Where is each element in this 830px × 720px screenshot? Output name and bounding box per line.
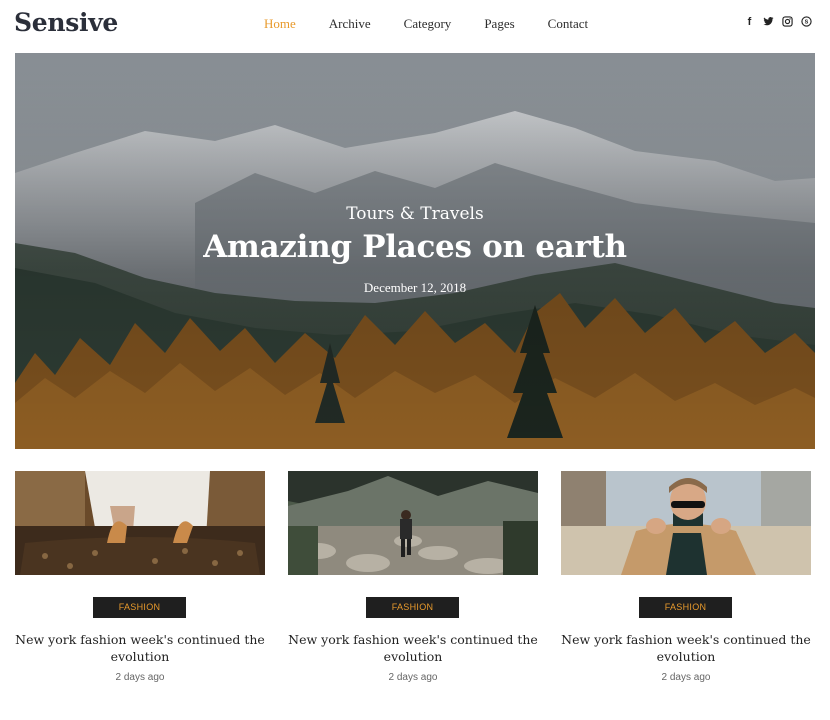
card-date: 2 days ago [388, 672, 438, 683]
nav-item-archive[interactable]: Archive [329, 16, 371, 32]
nav-item-home[interactable]: Home [264, 16, 296, 32]
card-image-hiker[interactable] [288, 471, 538, 575]
blog-card: FASHION New york fashion week's continue… [561, 471, 811, 683]
site-header: Sensive Home Archive Category Pages Cont… [0, 0, 830, 48]
twitter-icon[interactable] [763, 16, 774, 28]
nav-item-pages[interactable]: Pages [484, 16, 514, 32]
card-title[interactable]: New york fashion week's continued the ev… [278, 631, 548, 665]
card-title[interactable]: New york fashion week's continued the ev… [551, 631, 821, 665]
skype-icon[interactable]: S [801, 16, 812, 28]
site-logo[interactable]: Sensive [14, 8, 118, 37]
category-badge[interactable]: FASHION [366, 597, 459, 618]
category-badge[interactable]: FASHION [93, 597, 186, 618]
hero-date: December 12, 2018 [363, 280, 467, 295]
main-nav: Home Archive Category Pages Contact [264, 16, 621, 32]
facebook-icon[interactable]: f [744, 16, 755, 28]
nav-item-category[interactable]: Category [404, 16, 452, 32]
instagram-icon[interactable] [782, 16, 793, 28]
blog-card: FASHION New york fashion week's continue… [15, 471, 265, 683]
nav-item-contact[interactable]: Contact [548, 16, 588, 32]
hero-banner[interactable]: Tours & Travels Amazing Places on earth … [15, 53, 815, 449]
card-date: 2 days ago [115, 672, 165, 683]
hero-category[interactable]: Tours & Travels [15, 204, 815, 224]
card-title[interactable]: New york fashion week's continued the ev… [5, 631, 275, 665]
blog-card: FASHION New york fashion week's continue… [288, 471, 538, 683]
category-badge[interactable]: FASHION [639, 597, 732, 618]
card-date: 2 days ago [661, 672, 711, 683]
svg-text:S: S [805, 20, 809, 26]
hero-title[interactable]: Amazing Places on earth [15, 229, 815, 265]
social-links: f S [744, 16, 812, 28]
card-image-man-sunglasses[interactable] [561, 471, 811, 575]
card-image-handbag[interactable] [15, 471, 265, 575]
